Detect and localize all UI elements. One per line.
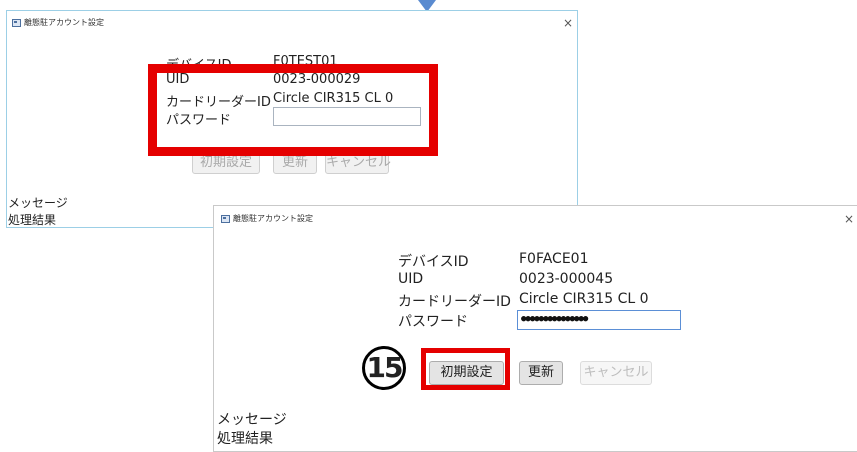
device-id-label: デバイスID [398, 254, 469, 270]
password-input[interactable]: ●●●●●●●●●●●●●●● [517, 310, 681, 330]
window-title: 離態駐アカウント設定 [24, 18, 104, 27]
app-icon [12, 19, 21, 27]
password-label: パスワード [398, 314, 468, 330]
result-label: 処理結果 [217, 431, 273, 447]
close-icon[interactable]: × [563, 17, 573, 29]
cancel-button[interactable]: キャンセル [580, 361, 652, 385]
account-settings-window-2: 離態駐アカウント設定 × デバイスID F0FACE01 UID 0023-00… [213, 205, 857, 452]
password-input-value: ●●●●●●●●●●●●●●● [521, 314, 588, 324]
highlight-initial-setup-box [421, 348, 510, 390]
app-icon [221, 215, 230, 223]
message-label: メッセージ [217, 412, 287, 428]
title-bar: 離態駐アカウント設定 × [214, 206, 857, 230]
title-bar: 離態駐アカウント設定 × [7, 11, 577, 35]
uid-label: UID [398, 271, 424, 287]
window-title: 離態駐アカウント設定 [233, 214, 313, 223]
card-reader-id-value: Circle CIR315 CL 0 [519, 291, 649, 307]
result-label: 処理結果 [8, 213, 57, 227]
device-id-value: F0FACE01 [519, 251, 589, 267]
step-number-marker: 15 [362, 346, 406, 390]
message-label: メッセージ [8, 196, 68, 210]
card-reader-id-label: カードリーダーID [398, 294, 511, 310]
highlight-fields-box [148, 64, 438, 156]
close-icon[interactable]: × [844, 213, 854, 225]
uid-value: 0023-000045 [519, 271, 614, 287]
update-button[interactable]: 更新 [519, 361, 563, 385]
